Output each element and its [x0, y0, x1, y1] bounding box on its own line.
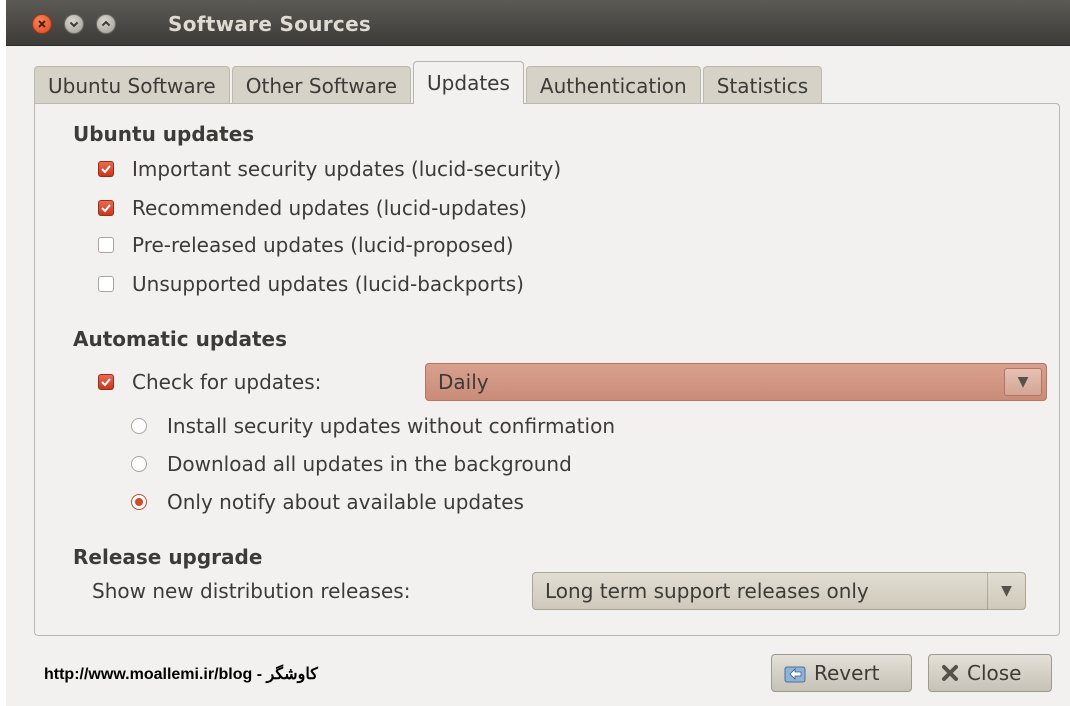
close-label: Close [967, 661, 1022, 685]
tab-statistics[interactable]: Statistics [702, 66, 823, 104]
ubuntu-updates-heading: Ubuntu updates [73, 122, 255, 146]
tab-updates[interactable]: Updates [413, 61, 524, 104]
radio-dot [135, 498, 143, 506]
unsupported-updates-checkbox[interactable] [98, 276, 114, 292]
title-bar[interactable]: Software Sources [6, 0, 1070, 46]
revert-icon [784, 666, 806, 683]
prereleased-updates-option[interactable]: Pre-released updates (lucid-proposed) [98, 233, 514, 257]
install-security-option[interactable]: Install security updates without confirm… [131, 414, 615, 438]
download-background-radio[interactable] [131, 456, 147, 472]
revert-label: Revert [814, 661, 880, 685]
only-notify-option[interactable]: Only notify about available updates [131, 490, 524, 514]
unsupported-updates-option[interactable]: Unsupported updates (lucid-backports) [98, 272, 524, 296]
software-sources-window: Software Sources Ubuntu Software Other S… [6, 0, 1070, 706]
release-upgrade-dropdown[interactable]: Long term support releases only ▼ [532, 572, 1026, 610]
window-maximize-button[interactable] [96, 14, 116, 34]
recommended-updates-label: Recommended updates (lucid-updates) [132, 196, 527, 220]
window-title: Software Sources [168, 12, 372, 36]
update-frequency-dropdown[interactable]: Daily ▼ [425, 363, 1047, 401]
watermark-text: http://www.moallemi.ir/blog - کاوشگر [44, 666, 318, 683]
revert-button[interactable]: Revert [771, 654, 912, 692]
tab-bar: Ubuntu Software Other Software Updates A… [34, 61, 824, 104]
tab-authentication[interactable]: Authentication [525, 66, 701, 104]
security-updates-label: Important security updates (lucid-securi… [132, 157, 562, 181]
recommended-updates-option[interactable]: Recommended updates (lucid-updates) [98, 196, 527, 220]
check-for-updates-option[interactable]: Check for updates: [98, 370, 321, 394]
download-background-option[interactable]: Download all updates in the background [131, 452, 572, 476]
check-for-updates-label: Check for updates: [132, 370, 322, 394]
dropdown-arrow-icon: ▼ [987, 573, 1025, 609]
dropdown-arrow-icon: ▼ [1004, 368, 1042, 396]
updates-panel: Ubuntu updates Important security update… [34, 103, 1060, 636]
tab-other-software[interactable]: Other Software [231, 66, 412, 104]
security-updates-checkbox[interactable] [98, 161, 114, 177]
prereleased-updates-checkbox[interactable] [98, 237, 114, 253]
checkmark-icon [101, 378, 111, 387]
close-icon [942, 665, 958, 681]
window-minimize-button[interactable] [64, 14, 84, 34]
security-updates-option[interactable]: Important security updates (lucid-securi… [98, 157, 561, 181]
install-security-label: Install security updates without confirm… [167, 414, 615, 438]
only-notify-radio[interactable] [131, 494, 147, 510]
chevron-up-icon [101, 20, 111, 27]
release-upgrade-value: Long term support releases only [545, 579, 869, 603]
close-button[interactable]: Close [928, 654, 1052, 692]
checkmark-icon [101, 204, 111, 213]
close-icon [38, 20, 46, 28]
update-frequency-value: Daily [438, 370, 489, 394]
unsupported-updates-label: Unsupported updates (lucid-backports) [132, 272, 524, 296]
window-close-button[interactable] [32, 14, 52, 34]
chevron-down-icon [69, 21, 79, 28]
tab-ubuntu-software[interactable]: Ubuntu Software [34, 66, 230, 104]
recommended-updates-checkbox[interactable] [98, 200, 114, 216]
automatic-updates-heading: Automatic updates [73, 327, 287, 351]
prereleased-updates-label: Pre-released updates (lucid-proposed) [132, 233, 514, 257]
only-notify-label: Only notify about available updates [167, 490, 524, 514]
release-upgrade-label: Show new distribution releases: [92, 579, 411, 603]
checkmark-icon [101, 165, 111, 174]
download-background-label: Download all updates in the background [167, 452, 572, 476]
install-security-radio[interactable] [131, 418, 147, 434]
check-for-updates-checkbox[interactable] [98, 374, 114, 390]
release-upgrade-heading: Release upgrade [73, 545, 263, 569]
